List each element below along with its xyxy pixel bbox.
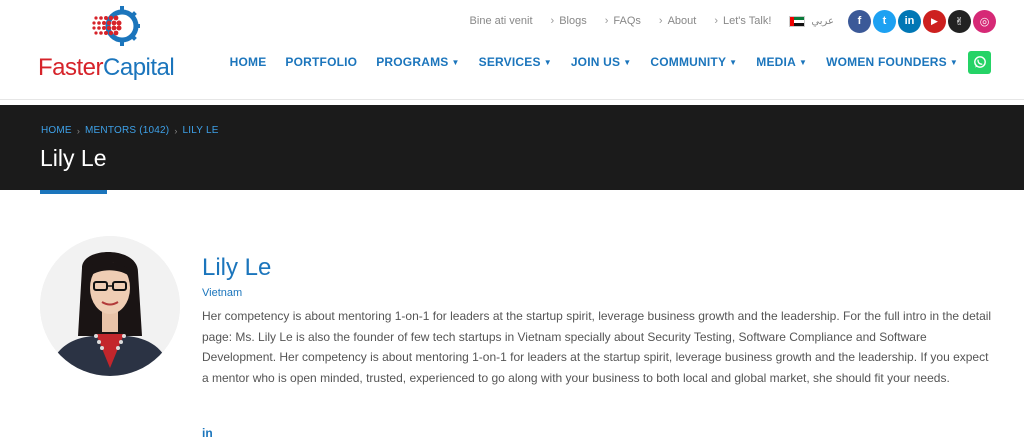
instagram-icon[interactable]: ◎ — [973, 9, 996, 33]
language-switcher[interactable]: عربي — [789, 15, 834, 27]
profile-name: Lily Le — [202, 254, 272, 281]
toplink-label: Blogs — [559, 15, 587, 27]
caret-down-icon: ▼ — [543, 57, 552, 67]
uae-flag-icon — [789, 15, 806, 27]
toplink-about[interactable]: › About — [659, 15, 696, 27]
nav-label: JOIN US — [570, 55, 621, 69]
nav-programs[interactable]: PROGRAMS ▼ — [376, 55, 459, 69]
page-title: Lily Le — [40, 145, 107, 171]
nav-label: PROGRAMS — [376, 55, 449, 69]
chevron-right-icon: › — [550, 15, 555, 27]
site-header: FasterCapital Bine ati venit › Blogs › FAQ… — [0, 0, 1024, 100]
toplink-label: Let's Talk! — [723, 15, 772, 27]
toplink-blogs[interactable]: › Blogs — [551, 15, 587, 27]
top-bar: Bine ati venit › Blogs › FAQs › About › Let'… — [470, 8, 996, 34]
nav-home[interactable]: HOME — [230, 55, 267, 69]
whatsapp-icon — [973, 56, 986, 68]
profile-bio: Her competency is about mentoring 1-on-1… — [202, 309, 992, 385]
caret-down-icon: ▼ — [451, 57, 460, 67]
nav-label: COMMUNITY — [650, 55, 727, 69]
caret-down-icon: ▼ — [729, 57, 738, 67]
nav-media[interactable]: MEDIA ▼ — [756, 55, 807, 69]
title-accent-bar — [40, 190, 107, 194]
avatar — [40, 236, 180, 376]
nav-services[interactable]: SERVICES ▼ — [479, 55, 552, 69]
toplink-welcome[interactable]: Bine ati venit — [470, 15, 533, 27]
toplink-lets-talk[interactable]: › Let's Talk! — [714, 15, 771, 27]
toplink-label: Bine ati venit — [469, 15, 533, 27]
breadcrumb-current: LILY LE — [182, 125, 219, 136]
page-banner: HOME › MENTORS (1042) › LILY LE Lily Le — [0, 105, 1024, 190]
nav-label: MEDIA — [756, 55, 796, 69]
toplink-label: About — [667, 15, 697, 27]
chevron-right-icon: › — [658, 15, 663, 27]
logo[interactable]: FasterCapital — [38, 4, 198, 84]
youtube-icon[interactable]: ▶ — [923, 9, 946, 33]
main-nav: HOME PORTFOLIO PROGRAMS ▼ SERVICES ▼ JOIN … — [230, 50, 991, 74]
logo-wordmark: FasterCapital — [38, 54, 175, 81]
nav-portfolio[interactable]: PORTFOLIO — [285, 55, 357, 69]
whatsapp-button[interactable] — [968, 50, 991, 74]
nav-label: PORTFOLIO — [285, 55, 358, 69]
chevron-right-icon: › — [714, 15, 719, 27]
toplink-label: FAQs — [613, 15, 641, 27]
facebook-icon[interactable]: f — [848, 9, 871, 33]
breadcrumb-separator-icon: › — [174, 125, 178, 136]
linkedin-profile-icon[interactable]: in — [202, 426, 213, 440]
language-label: عربي — [811, 15, 834, 27]
caret-down-icon: ▼ — [949, 57, 958, 67]
nav-label: HOME — [229, 55, 267, 69]
nav-label: WOMEN FOUNDERS — [826, 55, 947, 69]
caret-down-icon: ▼ — [798, 57, 808, 67]
twitter-icon[interactable]: t — [873, 9, 896, 33]
nav-community[interactable]: COMMUNITY ▼ — [650, 55, 737, 69]
social-links: f t in ▶ ✌ ◎ — [846, 9, 996, 33]
profile-country: Vietnam — [202, 287, 243, 299]
breadcrumb-mentors[interactable]: MENTORS (1042) — [85, 125, 169, 136]
portrait-image — [40, 236, 180, 376]
chevron-right-icon: › — [604, 15, 609, 27]
breadcrumb: HOME › MENTORS (1042) › LILY LE — [41, 125, 219, 136]
caret-down-icon: ▼ — [623, 57, 632, 67]
linkedin-icon[interactable]: in — [898, 9, 921, 33]
nav-join-us[interactable]: JOIN US ▼ — [571, 55, 632, 69]
logo-gear-icon — [92, 6, 140, 46]
toplink-faqs[interactable]: › FAQs — [605, 15, 641, 27]
nav-label: SERVICES — [478, 55, 541, 69]
nav-women-founders[interactable]: WOMEN FOUNDERS ▼ — [826, 55, 958, 69]
breadcrumb-separator-icon: › — [76, 125, 81, 136]
angellist-icon[interactable]: ✌ — [948, 9, 971, 33]
breadcrumb-home[interactable]: HOME — [41, 125, 72, 136]
